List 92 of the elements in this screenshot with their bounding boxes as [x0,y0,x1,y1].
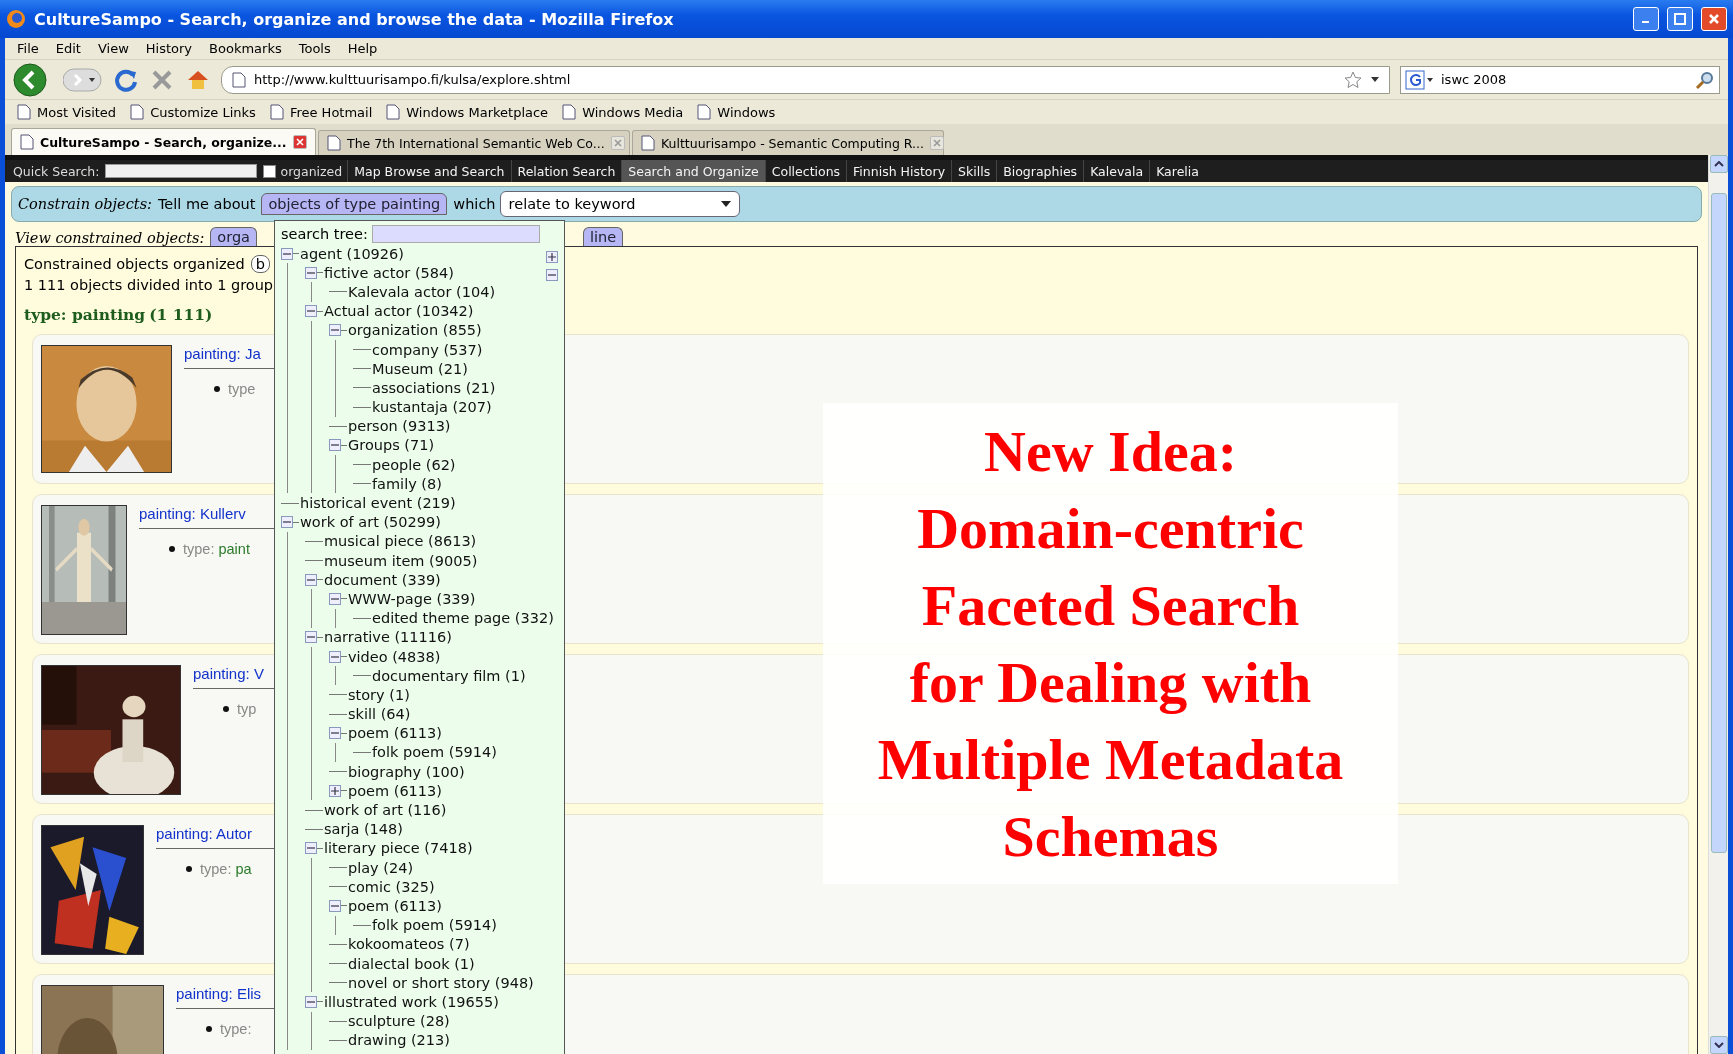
address-field[interactable]: http://www.kulttuurisampo.fi/kulsa/explore.shtml [221,65,1390,94]
tree-item[interactable]: literary piece (7418) [324,840,473,857]
tree-item[interactable]: documentary film (1) [372,667,526,684]
constrain-label: Constrain objects: [18,196,152,212]
tree-item[interactable]: story (1) [348,686,410,703]
menu-item[interactable]: Edit [49,41,92,56]
tree-item[interactable]: family (8) [372,475,442,492]
type-text: type: pa [200,861,252,877]
tree-item[interactable]: museum item (9005) [324,552,478,569]
nav-item[interactable]: Collections [764,160,847,182]
tree-item[interactable]: Actual actor (10342) [324,303,474,320]
nav-item[interactable]: Biographies [996,160,1084,182]
bookmark-item[interactable]: Free Hotmail [269,104,373,120]
tree-item[interactable]: edited theme page (332) [372,610,554,627]
group-heading: type: painting [24,305,146,324]
tree-item[interactable]: agent (10926) [300,245,404,262]
tree-item[interactable]: sculpture (28) [348,1013,450,1030]
tree-item[interactable]: WWW-page (339) [348,590,476,607]
bookmark-item[interactable]: Windows Media [562,104,684,120]
results-summary: 1 111 objects divided into 1 group [24,277,274,293]
tree-item[interactable]: drawing (213) [348,1032,450,1049]
tree-item[interactable]: dialectal book (1) [348,955,475,972]
nav-item[interactable]: Kalevala [1083,160,1150,182]
nav-item[interactable]: Karelia [1149,160,1205,182]
checkbox-label: organized [279,163,344,179]
tree-item[interactable]: work of art (116) [324,802,447,819]
tree-item[interactable]: sarja (148) [324,821,403,838]
type-text: typ [237,701,257,717]
menu-item[interactable]: View [91,41,140,56]
headline-text: Multiple Metadata [877,725,1344,794]
tree-item[interactable]: biography (100) [348,763,465,780]
menu-item[interactable]: History [139,41,204,56]
type-text: type: [220,1021,252,1037]
search-tree-label: search tree: [281,226,368,242]
tree-item[interactable]: narrative (11116) [324,629,452,646]
tree-item[interactable]: comic (325) [348,878,435,895]
tree-item[interactable]: poem (6113) [348,782,442,799]
type-text: type [228,381,256,397]
tree-item[interactable]: people (62) [372,456,456,473]
organize-button[interactable]: b [250,255,270,273]
constrain-text: which [453,196,496,212]
tree-item[interactable]: folk poem (5914) [372,744,497,761]
tree-item[interactable]: company (537) [372,341,483,358]
menu-item[interactable]: Tools [292,41,342,56]
tree-item[interactable]: poem (6113) [348,897,442,914]
relation-select[interactable]: relate to keyword [499,191,740,217]
type-text: type: paint [183,541,250,557]
constrain-text: Tell me about [157,196,256,212]
nav-item[interactable]: Finnish History [846,160,952,182]
nav-item[interactable]: Skills [951,160,997,182]
tree-item[interactable]: folk poem (5914) [372,917,497,934]
view-tab[interactable]: orga [210,227,257,246]
window-title: CultureSampo - Search, organize and browse the data - Mozilla Firefox [34,9,675,29]
bookmark-item[interactable]: Most Visited [17,104,117,120]
browser-tab[interactable]: CultureSampo - Search, organize... [11,128,316,155]
tree-item[interactable]: video (4838) [348,648,441,665]
menu-item[interactable]: File [11,41,50,56]
tree-item[interactable]: Kalevala actor (104) [348,283,496,300]
tree-item[interactable]: document (339) [324,571,441,588]
headline-text: New Idea: [984,417,1237,486]
headline-text: Domain-centric [917,494,1304,563]
headline-text: Faceted Search [921,571,1300,640]
organized-label: Constrained objects organized [24,256,245,272]
bookmark-item[interactable]: Windows [697,104,776,120]
browser-tab[interactable]: The 7th International Semantic Web Co... [318,130,630,155]
view-tab[interactable]: line [583,227,624,246]
tree-item[interactable]: Groups (71) [348,437,435,454]
tree-item[interactable]: organization (855) [348,322,482,339]
tree-item[interactable]: poem (6113) [348,725,442,742]
tree-item[interactable]: kustantaja (207) [372,399,492,416]
headline-text: Schemas [1002,802,1219,871]
nav-item[interactable]: Map Browse and Search [347,160,511,182]
tree-item[interactable]: musical piece (8613) [324,533,477,550]
tree-item[interactable]: skill (64) [348,706,411,723]
quick-search-label: Quick Search: [12,163,101,179]
type-selector[interactable]: objects of type painting [261,193,448,215]
menu-item[interactable]: Bookmarks [203,41,293,56]
tree-item[interactable]: associations (21) [372,379,496,396]
tree-item[interactable]: Museum (21) [372,360,468,377]
browser-tab[interactable]: Kulttuurisampo - Semantic Computing R... [632,130,944,155]
search-field[interactable]: iswc 2008 [1400,65,1720,94]
tree-item[interactable]: fictive actor (584) [324,264,454,281]
tree-item[interactable]: kokoomateos (7) [348,936,470,953]
view-label: View constrained objects: [15,230,205,246]
tree-item[interactable]: play (24) [348,859,414,876]
tree-item[interactable]: person (9313) [348,418,451,435]
nav-item[interactable]: Search and Organize [621,160,765,182]
bookmark-item[interactable]: Windows Marketplace [386,104,549,120]
headline-text: for Dealing with [909,648,1312,717]
bookmark-item[interactable]: Customize Links [130,104,256,120]
menu-item[interactable]: Help [341,41,389,56]
group-count: (1 111) [149,305,213,324]
